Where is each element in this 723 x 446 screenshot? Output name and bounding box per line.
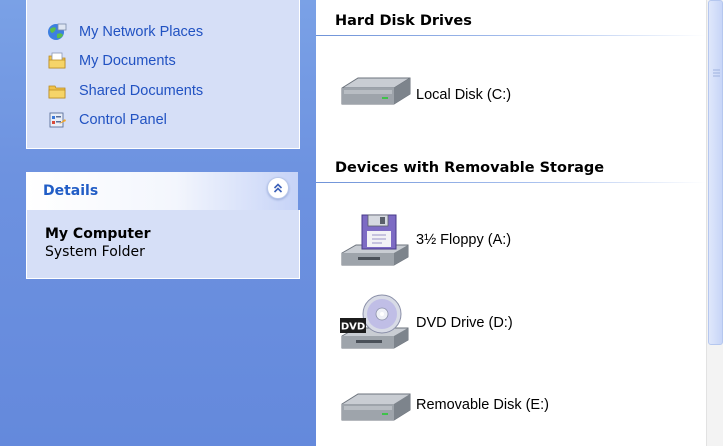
drive-item-local-disk-c[interactable]: Local Disk (C:)	[338, 60, 511, 130]
details-title: Details	[43, 183, 99, 199]
my-documents-icon	[47, 51, 67, 71]
link-control-panel[interactable]: Control Panel	[47, 108, 167, 132]
drive-item-dvd-d[interactable]: DVD DVD Drive (D:)	[338, 288, 513, 358]
collapse-button[interactable]	[267, 177, 289, 199]
link-shared-documents[interactable]: Shared Documents	[47, 79, 203, 103]
control-panel-icon	[47, 110, 67, 130]
removable-disk-icon	[338, 374, 414, 436]
details-item-type: System Folder	[45, 244, 145, 260]
group-divider	[316, 35, 706, 36]
dvd-drive-icon: DVD	[338, 292, 414, 354]
details-item-name: My Computer	[45, 226, 151, 242]
scrollbar-thumb[interactable]	[708, 0, 723, 345]
network-places-icon	[47, 22, 67, 42]
other-places-panel: My Network Places My Documents Shared Do…	[26, 0, 300, 149]
svg-text:DVD: DVD	[341, 322, 365, 333]
drive-label: DVD Drive (D:)	[416, 315, 513, 331]
drive-item-floppy-a[interactable]: 3½ Floppy (A:)	[338, 205, 511, 275]
drive-label: Removable Disk (E:)	[416, 397, 549, 413]
group-header-removable-storage: Devices with Removable Storage	[335, 160, 605, 176]
floppy-drive-icon	[338, 209, 414, 271]
hard-disk-icon	[338, 64, 414, 126]
shared-documents-icon	[47, 81, 67, 101]
link-label: Control Panel	[79, 112, 167, 128]
group-divider	[316, 182, 706, 183]
chevron-up-icon	[273, 183, 283, 193]
group-header-hard-disk-drives: Hard Disk Drives	[335, 13, 472, 29]
grip-icon	[713, 69, 720, 77]
drive-label: Local Disk (C:)	[416, 87, 512, 103]
details-panel-header[interactable]: Details	[26, 172, 298, 210]
task-pane: My Network Places My Documents Shared Do…	[0, 0, 316, 446]
link-label: My Documents	[79, 53, 176, 69]
drives-view: Hard Disk Drives Local Disk (C:) Devices…	[316, 0, 706, 446]
link-my-documents[interactable]: My Documents	[47, 49, 176, 73]
link-my-network-places[interactable]: My Network Places	[47, 20, 203, 44]
link-label: Shared Documents	[79, 83, 204, 99]
drive-item-removable-e[interactable]: Removable Disk (E:)	[338, 370, 549, 440]
details-panel-body: My Computer System Folder	[26, 210, 300, 279]
vertical-scrollbar[interactable]	[706, 0, 723, 446]
drive-label: 3½ Floppy (A:)	[416, 232, 512, 248]
link-label: My Network Places	[79, 24, 204, 40]
